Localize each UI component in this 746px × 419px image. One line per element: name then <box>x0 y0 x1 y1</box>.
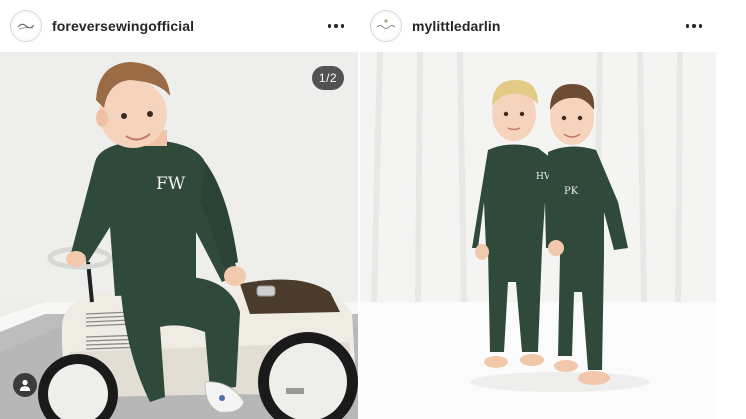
sweater-monogram: PK <box>564 186 579 197</box>
sweater-monogram: FW <box>156 174 186 194</box>
post-image[interactable]: FW <box>0 52 358 419</box>
post-header: foreversewingofficial <box>0 0 358 52</box>
post-username[interactable]: foreversewingofficial <box>52 18 194 34</box>
profile-avatar[interactable] <box>10 10 42 42</box>
post-foreversewing: foreversewingofficial FW 1/2 <box>0 0 358 419</box>
more-options-icon[interactable] <box>685 16 702 36</box>
more-options-icon[interactable] <box>327 16 344 36</box>
post-header: mylittledarlin <box>360 0 716 52</box>
carousel-counter: 1/2 <box>312 66 344 90</box>
profile-avatar[interactable] <box>370 10 402 42</box>
user-tag-icon[interactable] <box>13 373 37 397</box>
post-username[interactable]: mylittledarlin <box>412 18 501 34</box>
sweater-monogram: HV <box>536 172 551 182</box>
page-background <box>716 0 746 419</box>
forever-sewing-logo-icon <box>13 13 39 39</box>
post-mylittledarlin: mylittledarlin HV PK <box>360 0 716 419</box>
post-image[interactable]: HV PK <box>360 52 716 419</box>
my-little-darlin-logo-icon <box>373 13 399 39</box>
